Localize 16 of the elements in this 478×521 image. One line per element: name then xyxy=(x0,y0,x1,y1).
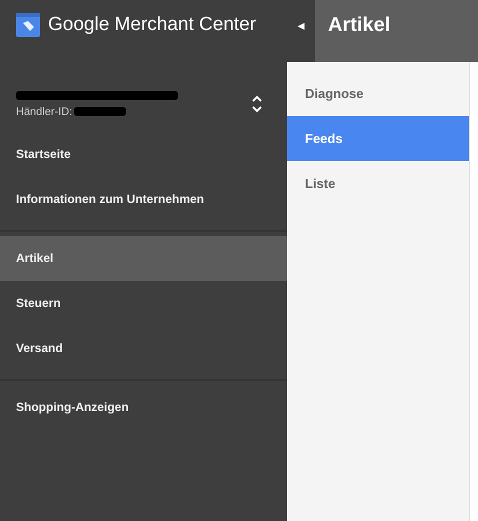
account-switcher-icon[interactable] xyxy=(251,94,263,114)
submenu-item[interactable]: Feeds xyxy=(287,116,469,161)
merchant-id-label: Händler-ID: xyxy=(16,106,72,118)
app-logo-text: Google Merchant Center xyxy=(48,14,256,36)
submenu-item[interactable]: Diagnose xyxy=(287,71,469,116)
collapse-button[interactable]: ◂ xyxy=(287,0,315,62)
nav-item[interactable]: Versand xyxy=(0,326,287,371)
submenu-item[interactable]: Liste xyxy=(287,161,469,206)
nav-item[interactable]: Startseite xyxy=(0,132,287,177)
nav-item[interactable]: Shopping-Anzeigen xyxy=(0,385,287,430)
nav-item[interactable]: Informationen zum Unternehmen xyxy=(0,177,287,222)
nav-item[interactable]: Steuern xyxy=(0,281,287,326)
redacted-text xyxy=(74,107,126,116)
tag-icon xyxy=(16,13,40,37)
page-title: Artikel xyxy=(328,14,390,36)
nav-item[interactable]: Artikel xyxy=(0,236,287,281)
